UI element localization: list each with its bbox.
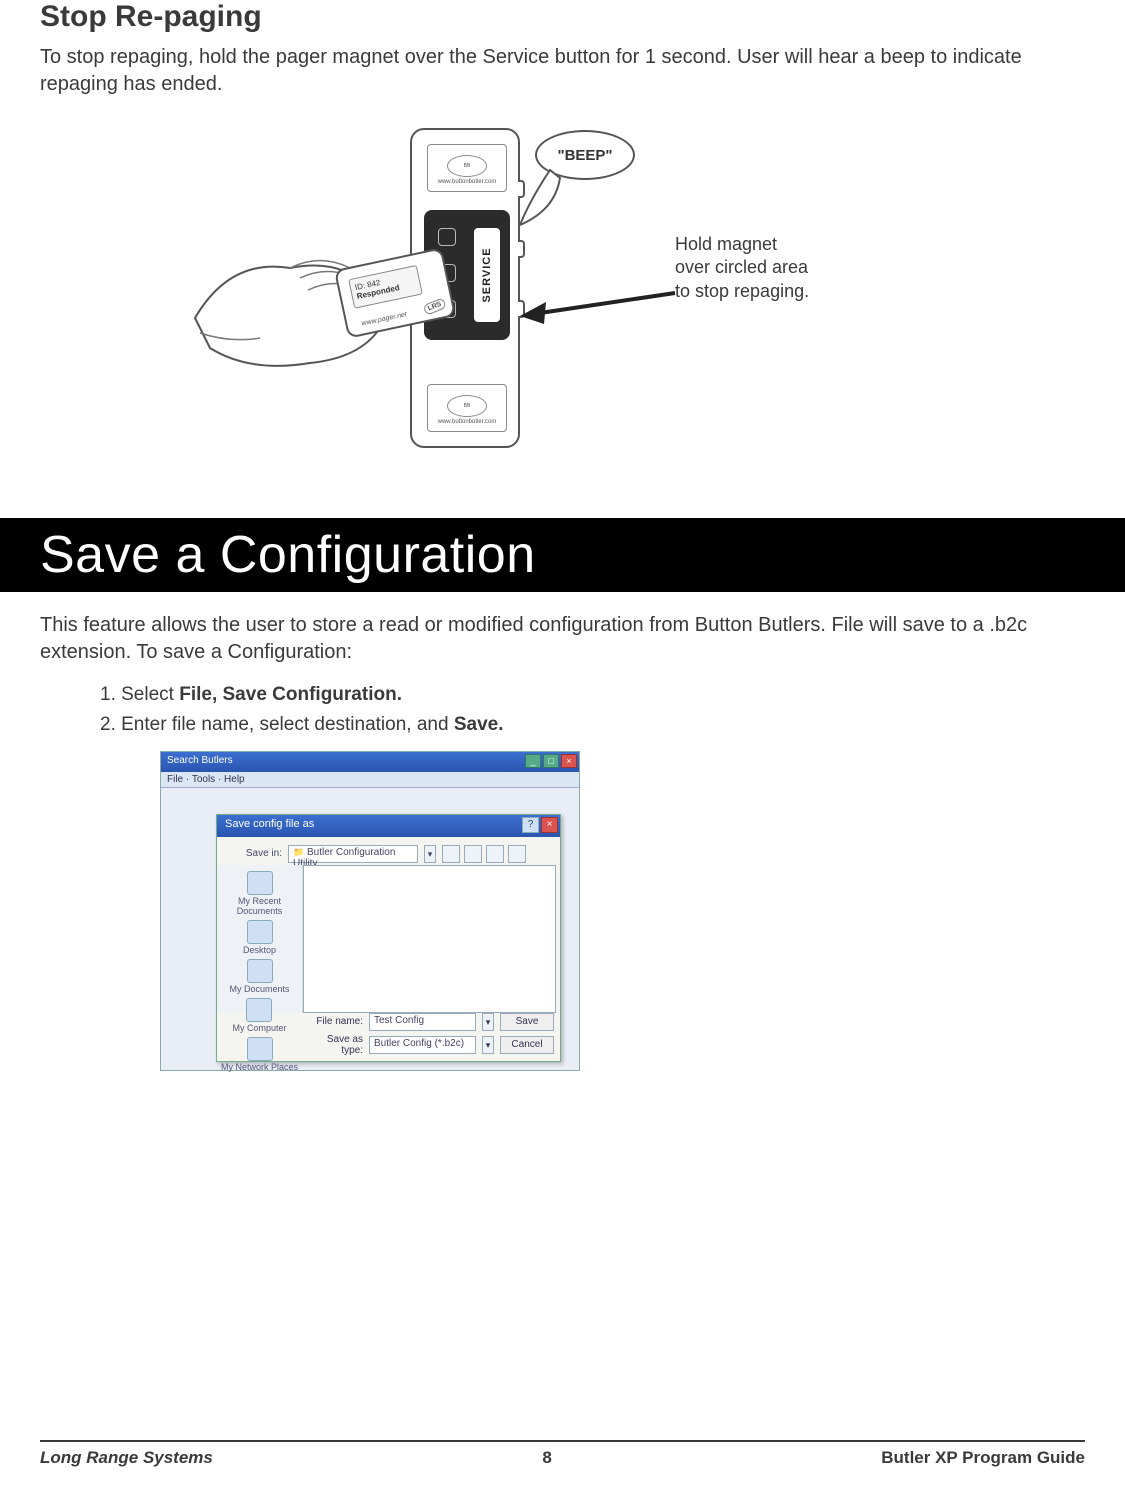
dialog-close-icon[interactable]: × (541, 817, 558, 833)
pager-screen: ID: 842 Responded (348, 265, 423, 309)
saveastype-dropdown[interactable]: Butler Config (*.b2c) (369, 1036, 476, 1054)
place-mycomp-label: My Computer (232, 1023, 286, 1033)
maximize-icon[interactable]: □ (543, 754, 559, 768)
footer-left: Long Range Systems (40, 1448, 213, 1468)
service-button-label: SERVICE (481, 247, 493, 302)
views-icon[interactable] (508, 845, 526, 863)
service-button: SERVICE (474, 228, 500, 322)
arrow-icon (520, 288, 680, 328)
save-as-dialog: Save config file as ? × Save in: 📁 Butle… (216, 814, 561, 1062)
pager-url: www.pager.net (361, 311, 407, 327)
recent-docs-icon (247, 871, 273, 895)
mynetwork-icon (247, 1037, 273, 1061)
butler-logo-icon: BB (447, 155, 487, 177)
device-side-bump (518, 180, 525, 198)
desktop-icon (247, 920, 273, 944)
filename-input[interactable]: Test Config (369, 1013, 476, 1031)
step1-prefix: 1. Select (100, 684, 179, 705)
device-side-bump (518, 240, 525, 258)
place-mydocs[interactable]: My Documents (229, 959, 289, 994)
step-1: 1. Select File, Save Configuration. (100, 680, 1085, 710)
place-mynetwork[interactable]: My Network Places (221, 1037, 298, 1072)
section2-heading-bar: Save a Configuration (0, 518, 1125, 592)
place-recent-label: My Recent Documents (217, 896, 302, 916)
mydocs-icon (247, 959, 273, 983)
step2-prefix: 2. Enter file name, select destination, … (100, 714, 454, 735)
device-bottom-label: BB www.buttonbutler.com (427, 384, 507, 432)
pager-brand-badge: LRS (422, 297, 447, 315)
section1-heading: Stop Re-paging (40, 0, 1085, 34)
places-bar: My Recent Documents Desktop My Documents… (217, 865, 303, 1013)
footer-right: Butler XP Program Guide (881, 1448, 1085, 1468)
device-button-circle (438, 228, 456, 246)
up-folder-icon[interactable] (464, 845, 482, 863)
page-footer: Long Range Systems 8 Butler XP Program G… (40, 1440, 1085, 1468)
cancel-button[interactable]: Cancel (500, 1036, 554, 1054)
filename-label: File name: (303, 1016, 363, 1027)
device-url-bottom: www.buttonbutler.com (438, 419, 497, 425)
step2-bold: Save. (454, 714, 504, 735)
dropdown-arrow-icon[interactable]: ▾ (424, 845, 436, 863)
repaging-illustration: BB www.buttonbutler.com SERVICE BB www.b… (40, 118, 1085, 478)
close-icon[interactable]: × (561, 754, 577, 768)
place-mynet-label: My Network Places (221, 1062, 298, 1072)
new-folder-icon[interactable] (486, 845, 504, 863)
file-list-area[interactable] (303, 865, 556, 1013)
footer-page-number: 8 (542, 1448, 551, 1468)
section2-body: This feature allows the user to store a … (40, 612, 1085, 666)
place-desktop-label: Desktop (243, 945, 276, 955)
app-title: Search Butlers (167, 755, 233, 766)
section1-body: To stop repaging, hold the pager magnet … (40, 44, 1085, 98)
caption-line3: to stop repaging. (675, 280, 809, 303)
section2-heading: Save a Configuration (40, 525, 536, 585)
savein-dropdown[interactable]: 📁 Butler Configuration Utility (288, 845, 418, 863)
dialog-titlebar: Save config file as ? × (217, 815, 560, 837)
place-mydocs-label: My Documents (229, 984, 289, 994)
save-dialog-screenshot: Search Butlers _ □ × File · Tools · Help… (160, 751, 580, 1071)
step1-bold: File, Save Configuration. (179, 684, 402, 705)
caption-line1: Hold magnet (675, 233, 809, 256)
back-icon[interactable] (442, 845, 460, 863)
dialog-title-text: Save config file as (225, 818, 314, 830)
device-url-top: www.buttonbutler.com (438, 179, 497, 185)
place-mycomputer[interactable]: My Computer (232, 998, 286, 1033)
butler-logo-icon: BB (447, 395, 487, 417)
device-top-label: BB www.buttonbutler.com (427, 144, 507, 192)
beep-text: "BEEP" (557, 147, 612, 164)
dialog-help-icon[interactable]: ? (522, 817, 539, 833)
app-titlebar: Search Butlers _ □ × (161, 752, 579, 772)
app-menubar[interactable]: File · Tools · Help (161, 772, 579, 788)
save-button[interactable]: Save (500, 1013, 554, 1031)
caption-line2: over circled area (675, 256, 809, 279)
place-recent[interactable]: My Recent Documents (217, 871, 302, 916)
minimize-icon[interactable]: _ (525, 754, 541, 768)
savein-label: Save in: (227, 848, 282, 859)
saveastype-label: Save as type: (303, 1034, 363, 1056)
place-desktop[interactable]: Desktop (243, 920, 276, 955)
filename-dropdown-icon[interactable]: ▾ (482, 1013, 494, 1031)
illustration-caption: Hold magnet over circled area to stop re… (675, 233, 809, 303)
type-dropdown-icon[interactable]: ▾ (482, 1036, 494, 1054)
mycomputer-icon (246, 998, 272, 1022)
folder-icon: 📁 (293, 847, 304, 857)
step-2: 2. Enter file name, select destination, … (100, 710, 1085, 740)
